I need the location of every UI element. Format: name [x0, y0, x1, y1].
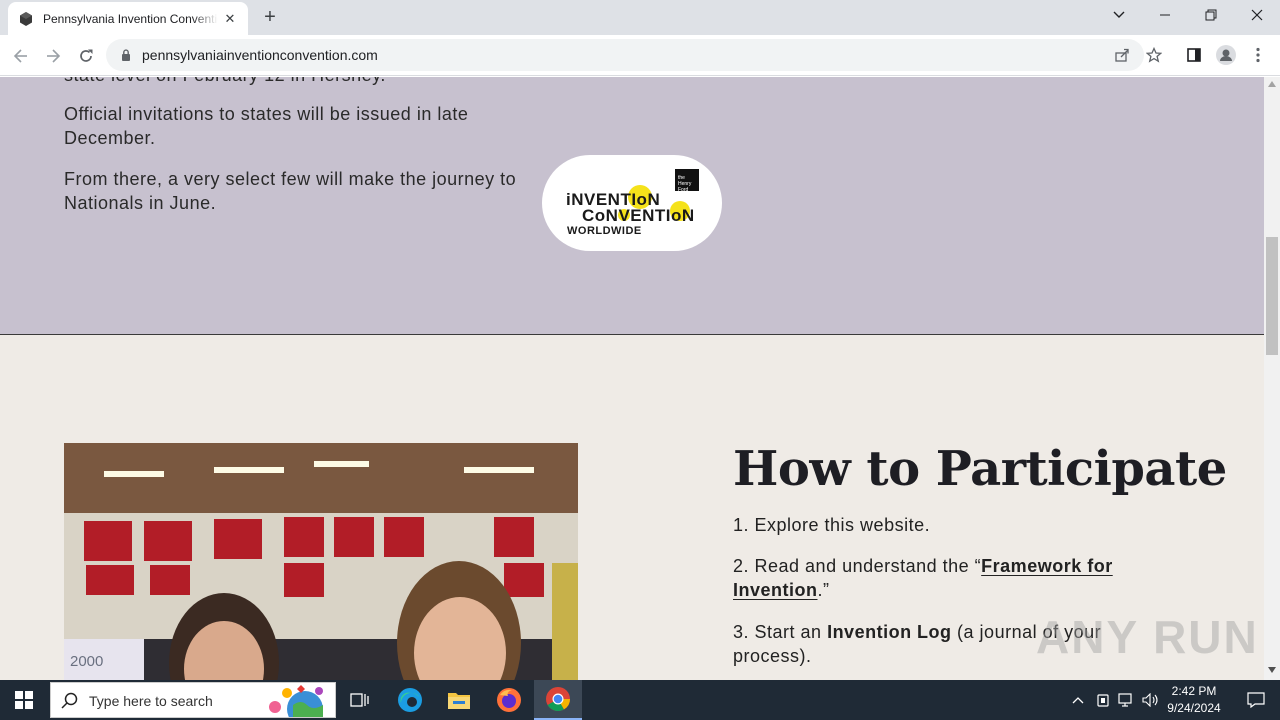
back-arrow-icon[interactable] — [8, 43, 34, 69]
volume-icon[interactable] — [1140, 680, 1162, 720]
windows-taskbar: Type here to search 2:42 PM 9/24/2024 — [0, 680, 1280, 720]
scrollbar-thumb[interactable] — [1266, 237, 1278, 355]
partial-top-text: state level on February 12 in Hershey. — [64, 77, 534, 87]
site-favicon-icon — [20, 11, 32, 26]
show-hidden-icons-chevron-icon[interactable] — [1066, 680, 1090, 720]
edge-browser-icon[interactable] — [386, 680, 434, 720]
invitations-paragraph: Official invitations to states will be i… — [64, 104, 469, 148]
clock-date: 9/24/2024 — [1167, 701, 1221, 715]
lock-icon[interactable] — [119, 48, 133, 62]
profile-avatar-icon[interactable] — [1216, 45, 1236, 65]
side-panel-icon[interactable] — [1184, 45, 1204, 65]
windows-start-icon[interactable] — [0, 680, 48, 720]
logo-corner-text: the Henry Ford — [678, 175, 692, 193]
address-bar[interactable]: pennsylvaniainventionconvention.com — [106, 39, 1144, 71]
step-2-suffix: .” — [817, 580, 830, 600]
clock-time: 2:42 PM — [1171, 684, 1217, 698]
step-3-prefix: 3. Start an — [733, 622, 828, 642]
notifications-icon[interactable] — [1232, 680, 1280, 720]
web-page: state level on February 12 in Hershey. O… — [0, 77, 1264, 680]
search-placeholder: Type here to search — [89, 693, 213, 709]
file-explorer-icon[interactable] — [435, 680, 483, 720]
task-view-icon[interactable] — [336, 680, 384, 720]
new-tab-button[interactable]: + — [258, 6, 282, 30]
tab-search-chevron-icon[interactable] — [1096, 0, 1142, 30]
anyrun-watermark: ANY RUN — [1036, 611, 1259, 663]
more-menu-icon[interactable] — [1248, 45, 1268, 65]
search-icon — [61, 692, 78, 709]
tab-close-icon[interactable]: ✕ — [222, 11, 238, 27]
how-to-participate-heading: How to Participate — [733, 441, 1227, 497]
url-text: pennsylvaniainventionconvention.com — [142, 47, 378, 63]
page-scrollbar[interactable] — [1264, 77, 1280, 680]
taskbar-search-box[interactable]: Type here to search — [50, 682, 336, 718]
invention-log-text: Invention Log — [827, 622, 952, 642]
students-photo: 2000 — [64, 443, 578, 680]
step-2-prefix: 2. Read and understand the “ — [733, 556, 982, 576]
nationals-paragraph: From there, a very select few will make … — [64, 169, 517, 213]
browser-tab[interactable]: Pennsylvania Invention Convention ✕ — [8, 2, 248, 35]
search-highlight-globe-icon — [269, 685, 323, 717]
forward-arrow-icon[interactable] — [40, 43, 66, 69]
step-2: 2. Read and understand the “Framework fo… — [733, 554, 1133, 602]
tab-title: Pennsylvania Invention Convention — [43, 11, 218, 26]
scroll-down-arrow-icon[interactable] — [1268, 667, 1276, 673]
chrome-icon[interactable] — [534, 680, 582, 720]
share-icon[interactable] — [1112, 45, 1132, 65]
firefox-icon[interactable] — [485, 680, 533, 720]
meet-now-icon[interactable] — [1092, 680, 1114, 720]
invention-convention-worldwide-logo: the Henry Ford iNVENTIoN CoNVENTIoN WORL… — [542, 155, 722, 251]
minimize-icon[interactable] — [1142, 0, 1188, 30]
logo-line-3: WORLDWIDE — [567, 225, 642, 237]
scroll-up-arrow-icon[interactable] — [1268, 81, 1276, 87]
dates-section: state level on February 12 in Hershey. O… — [0, 77, 1264, 335]
network-icon[interactable] — [1114, 680, 1140, 720]
students-photo-graphic — [64, 443, 578, 680]
logo-line-2: CoNVENTIoN — [582, 206, 695, 225]
tab-strip: Pennsylvania Invention Convention ✕ + — [0, 0, 1280, 35]
step-1: 1. Explore this website. — [733, 515, 931, 535]
photo-label-2000: 2000 — [70, 653, 104, 670]
reload-icon[interactable] — [73, 43, 99, 69]
close-window-icon[interactable] — [1234, 0, 1280, 30]
taskbar-clock[interactable]: 2:42 PM 9/24/2024 — [1160, 683, 1228, 717]
bookmark-star-icon[interactable] — [1144, 45, 1164, 65]
restore-icon[interactable] — [1188, 0, 1234, 30]
browser-toolbar: pennsylvaniainventionconvention.com — [0, 35, 1280, 76]
